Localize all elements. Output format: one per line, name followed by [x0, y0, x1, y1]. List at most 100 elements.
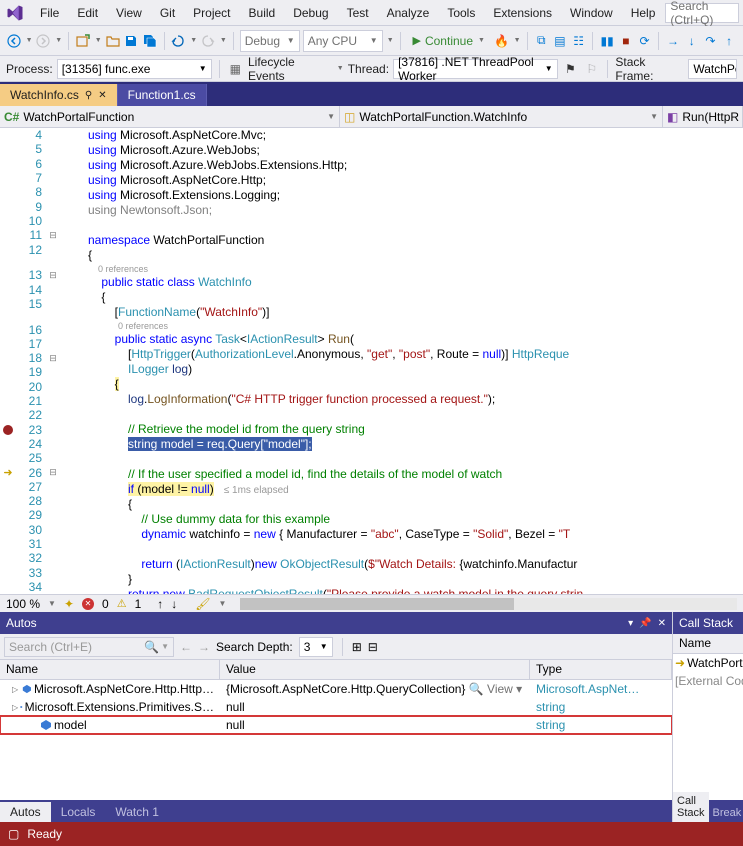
fwd-icon[interactable]: → [198, 640, 210, 654]
stack-frame-row[interactable]: ➜WatchPortalFu [673, 654, 743, 672]
new-project-icon[interactable] [75, 32, 91, 50]
depth-dropdown[interactable]: 3▼ [299, 637, 333, 657]
show-next-icon[interactable]: → [665, 32, 681, 50]
col-name[interactable]: Name [0, 660, 220, 679]
code-line[interactable]: string model = req.Query["model"]; [88, 437, 743, 452]
code-line[interactable]: namespace WatchPortalFunction [88, 233, 743, 248]
menu-file[interactable]: File [32, 3, 67, 23]
pin-icon[interactable]: 📌 [639, 618, 651, 629]
chevron-down-icon[interactable]: ▼ [190, 37, 197, 44]
menu-test[interactable]: Test [339, 3, 377, 23]
callstack-col-name[interactable]: Name [673, 634, 743, 654]
autos-search-input[interactable]: Search (Ctrl+E)🔍▼ [4, 637, 174, 657]
error-count-icon[interactable]: ✕ [82, 598, 94, 610]
menu-debug[interactable]: Debug [285, 3, 336, 23]
nav-up-icon[interactable]: ↑ [157, 597, 163, 611]
menu-git[interactable]: Git [152, 3, 183, 23]
code-line[interactable]: ILogger log) [88, 362, 743, 377]
brush-icon[interactable]: 🖌 [195, 597, 210, 611]
code-line[interactable]: using Microsoft.Extensions.Logging; [88, 188, 743, 203]
menu-tools[interactable]: Tools [439, 3, 483, 23]
breakpoint-icon[interactable] [3, 425, 13, 435]
chevron-down-icon[interactable]: ▼ [55, 37, 62, 44]
platform-dropdown[interactable]: Any CPU▼ [303, 30, 383, 52]
warning-count-icon[interactable]: ⚠ [117, 597, 127, 610]
autos-grid-body[interactable]: ▷ Microsoft.AspNetCore.Http.Http… {Micro… [0, 680, 672, 800]
flag-icon[interactable]: ⚑ [562, 60, 579, 78]
stack-frame-row[interactable]: [External Code [673, 672, 743, 690]
toolbar-icon[interactable]: ⊟ [368, 640, 378, 654]
code-line[interactable]: { [88, 377, 743, 392]
code-line[interactable]: if (model != null) ≤ 1ms elapsed [88, 482, 743, 497]
diag-icon[interactable]: ▤ [552, 32, 568, 50]
menu-window[interactable]: Window [562, 3, 621, 23]
variable-row[interactable]: ▷ Microsoft.AspNetCore.Http.Http… {Micro… [0, 680, 672, 698]
code-line[interactable]: { [88, 290, 743, 305]
step-into-icon[interactable]: ↓ [684, 32, 700, 50]
chevron-down-icon[interactable]: ▼ [514, 37, 521, 44]
flag2-icon[interactable]: ⚐ [583, 60, 600, 78]
code-line[interactable]: dynamic watchinfo = new { Manufacturer =… [88, 527, 743, 542]
code-line[interactable]: [FunctionName("WatchInfo")] [88, 305, 743, 320]
chevron-down-icon[interactable]: ▼ [387, 37, 394, 44]
nav-project-dropdown[interactable]: C# WatchPortalFunction▼ [0, 106, 340, 127]
code-line[interactable]: return (IActionResult)new OkObjectResult… [88, 557, 743, 572]
toolbar-icon[interactable]: ⊞ [352, 640, 362, 654]
nav-class-dropdown[interactable]: ◫ WatchPortalFunction.WatchInfo▼ [340, 106, 663, 127]
chevron-down-icon[interactable]: ▼ [220, 37, 227, 44]
menu-help[interactable]: Help [623, 3, 664, 23]
back-icon[interactable]: ← [180, 640, 192, 654]
save-all-icon[interactable] [142, 32, 158, 50]
stop-icon[interactable]: ■ [618, 32, 634, 50]
step-over-icon[interactable]: ↷ [703, 32, 719, 50]
tab-watchinfo[interactable]: WatchInfo.cs ⚲ ✕ [0, 84, 118, 106]
lifecycle-label[interactable]: Lifecycle Events [248, 55, 332, 83]
code-line[interactable]: // Retrieve the model id from the query … [88, 422, 743, 437]
horizontal-scrollbar[interactable] [240, 598, 737, 610]
menu-build[interactable]: Build [241, 3, 284, 23]
code-line[interactable] [88, 542, 743, 557]
tab-watch1[interactable]: Watch 1 [105, 802, 169, 822]
code-line[interactable]: public static async Task<IActionResult> … [88, 332, 743, 347]
redo-icon[interactable] [200, 32, 216, 50]
code-line[interactable]: return new BadRequestObjectResult("Pleas… [88, 587, 743, 594]
restart-icon[interactable]: ⟳ [637, 32, 653, 50]
callstack-body[interactable]: ➜WatchPortalFu [External Code [673, 654, 743, 800]
process-dropdown[interactable]: [31356] func.exe▼ [57, 59, 212, 79]
tab-breakpoints[interactable]: Break [709, 804, 743, 822]
variable-row[interactable]: ▷ Microsoft.Extensions.Primitives.S… nul… [0, 698, 672, 716]
code-line[interactable]: using Microsoft.AspNetCore.Mvc; [88, 128, 743, 143]
code-line[interactable]: using Microsoft.Azure.WebJobs.Extensions… [88, 158, 743, 173]
close-icon[interactable]: ✕ [98, 90, 106, 101]
code-line[interactable] [88, 218, 743, 233]
menu-extensions[interactable]: Extensions [485, 3, 560, 23]
zoom-dropdown[interactable]: 100 % [6, 597, 40, 611]
quick-search-input[interactable]: Search (Ctrl+Q) [665, 3, 739, 23]
tab-function1[interactable]: Function1.cs [118, 84, 207, 106]
code-line[interactable]: using Microsoft.Azure.WebJobs; [88, 143, 743, 158]
tab-autos[interactable]: Autos [0, 802, 51, 822]
lifecycle-icon[interactable]: ▦ [227, 60, 244, 78]
col-type[interactable]: Type [530, 660, 672, 679]
code-line[interactable]: using Newtonsoft.Json; [88, 203, 743, 218]
menu-view[interactable]: View [108, 3, 150, 23]
code-line[interactable]: using Microsoft.AspNetCore.Http; [88, 173, 743, 188]
close-icon[interactable]: ✕ [658, 618, 666, 629]
code-line[interactable]: { [88, 497, 743, 512]
code-line[interactable]: // Use dummy data for this example [88, 512, 743, 527]
code-line[interactable]: [HttpTrigger(AuthorizationLevel.Anonymou… [88, 347, 743, 362]
hot-reload-icon[interactable]: 🔥 [494, 32, 510, 50]
open-file-icon[interactable] [105, 32, 121, 50]
undo-icon[interactable] [171, 32, 187, 50]
output-icon[interactable]: ▢ [8, 827, 19, 841]
nav-down-icon[interactable]: ↓ [171, 597, 177, 611]
code-line[interactable] [88, 452, 743, 467]
code-line[interactable]: log.LogInformation("C# HTTP trigger func… [88, 392, 743, 407]
code-editor[interactable]: 4567891011⊟1213⊟1415161718⊟1920212223242… [0, 128, 743, 594]
pin-icon[interactable]: ⚲ [85, 90, 92, 101]
browser-icon[interactable]: ⧉ [533, 32, 549, 50]
thread-dropdown[interactable]: [37816] .NET ThreadPool Worker▼ [393, 59, 558, 79]
lightbulb-icon[interactable]: ✦ [64, 597, 74, 611]
menu-edit[interactable]: Edit [69, 3, 106, 23]
stack-frame-dropdown[interactable]: WatchPo [688, 59, 737, 79]
